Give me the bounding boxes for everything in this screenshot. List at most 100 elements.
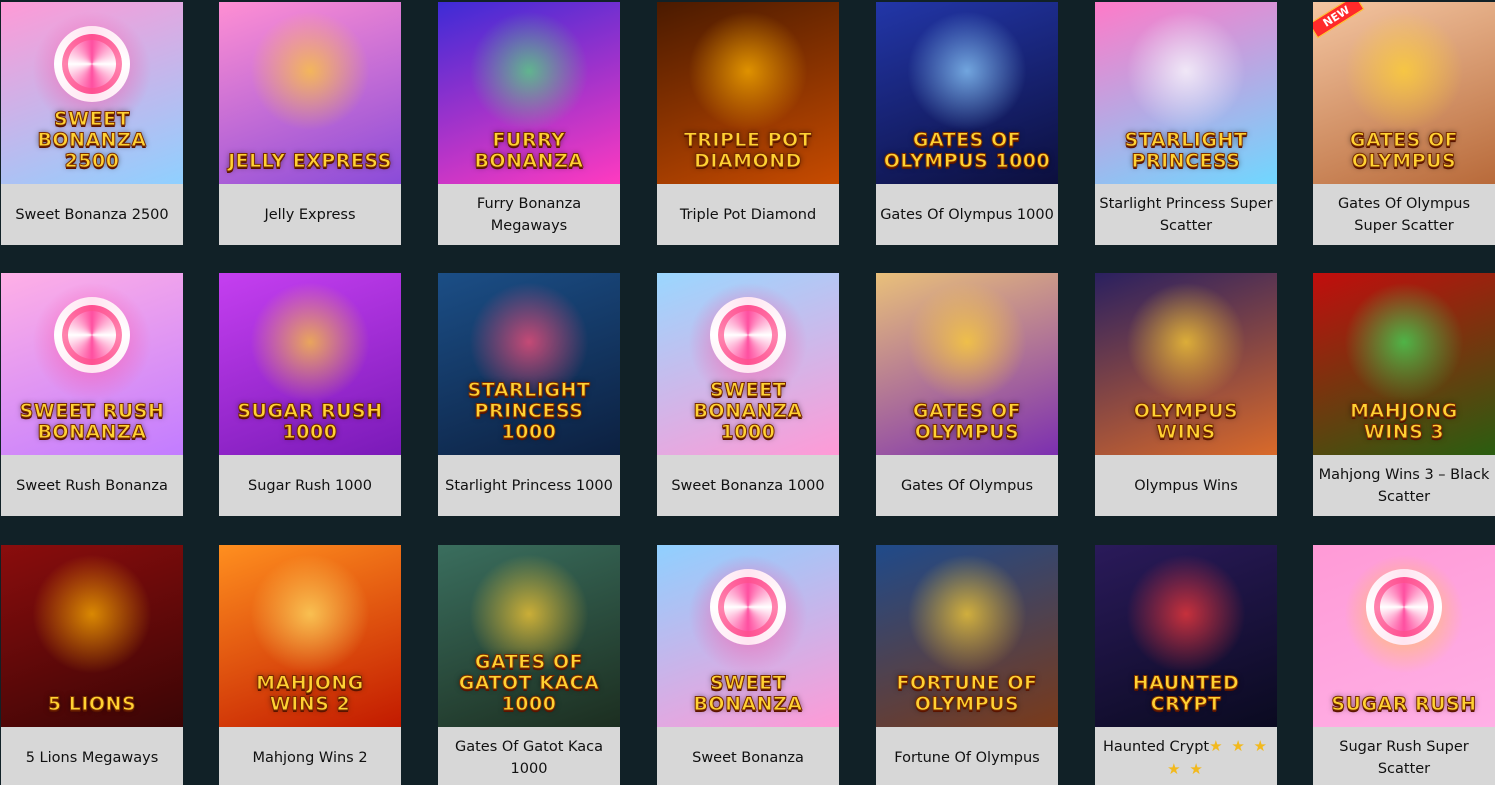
game-thumbnail[interactable]: Mahjong Wins 3 xyxy=(1313,273,1495,455)
game-title-label[interactable]: Gates Of Gatot Kaca 1000 xyxy=(438,727,620,785)
game-thumbnail[interactable]: Sugar Rush 1000 xyxy=(219,273,401,455)
game-thumbnail[interactable]: Furry Bonanza xyxy=(438,2,620,184)
game-thumbnail[interactable]: Jelly Express xyxy=(219,2,401,184)
game-title: Gates Of Olympus xyxy=(900,477,1034,494)
game-card[interactable]: Haunted Crypt Haunted Crypt★ ★ ★ ★ ★ xyxy=(1095,545,1277,785)
game-title-label[interactable]: Sweet Bonanza 1000 xyxy=(657,455,839,516)
game-title-text-wrap: Jelly Express xyxy=(264,204,355,226)
game-title-label[interactable]: Furry Bonanza Megaways xyxy=(438,184,620,245)
game-logo-text: Gates of Olympus xyxy=(1349,129,1459,172)
game-thumbnail[interactable]: Sweet Rush Bonanza xyxy=(1,273,183,455)
game-title: Furry Bonanza Megaways xyxy=(476,195,582,234)
thumbnail-artwork xyxy=(907,282,1027,403)
thumbnail-artwork xyxy=(1126,282,1246,403)
game-thumbnail[interactable]: Sweet Bonanza xyxy=(657,545,839,727)
game-card[interactable]: Sweet Rush Bonanza Sweet Rush Bonanza xyxy=(1,273,183,516)
game-title-label[interactable]: Jelly Express xyxy=(219,184,401,245)
game-title-text-wrap: Gates Of Olympus Super Scatter xyxy=(1317,193,1491,237)
game-thumbnail[interactable]: NEW Gates of Olympus xyxy=(1313,2,1495,184)
game-card[interactable]: Sweet Bonanza 1000 Sweet Bonanza 1000 xyxy=(657,273,839,516)
game-thumbnail[interactable]: Haunted Crypt xyxy=(1095,545,1277,727)
game-logo-text: Jelly Express xyxy=(228,150,392,172)
game-title-text-wrap: Sugar Rush 1000 xyxy=(248,475,372,497)
thumbnail-artwork xyxy=(32,554,152,675)
game-logo-text: Olympus Wins xyxy=(1133,400,1239,443)
game-thumbnail[interactable]: Sweet Bonanza 1000 xyxy=(657,273,839,455)
game-card[interactable]: Sweet Bonanza Sweet Bonanza xyxy=(657,545,839,785)
game-title-label[interactable]: Sweet Rush Bonanza xyxy=(1,455,183,516)
game-thumbnail[interactable]: Olympus Wins xyxy=(1095,273,1277,455)
game-thumbnail[interactable]: Sugar Rush xyxy=(1313,545,1495,727)
game-title-text-wrap: 5 Lions Megaways xyxy=(26,747,159,769)
game-card[interactable]: 5 Lions 5 Lions Megaways xyxy=(1,545,183,785)
game-title-text-wrap: Olympus Wins xyxy=(1134,475,1238,497)
game-title-text-wrap: Sweet Rush Bonanza xyxy=(16,475,168,497)
game-title-label[interactable]: 5 Lions Megaways xyxy=(1,727,183,785)
game-card[interactable]: Mahjong Wins 2 Mahjong Wins 2 xyxy=(219,545,401,785)
game-title-label[interactable]: Sugar Rush Super Scatter xyxy=(1313,727,1495,785)
candy-swirl-icon xyxy=(710,296,786,373)
game-thumbnail[interactable]: Mahjong Wins 2 xyxy=(219,545,401,727)
game-title-label[interactable]: Starlight Princess 1000 xyxy=(438,455,620,516)
game-title-label[interactable]: Sweet Bonanza 2500 xyxy=(1,184,183,245)
game-title-label[interactable]: Haunted Crypt★ ★ ★ ★ ★ xyxy=(1095,727,1277,785)
game-thumbnail[interactable]: Sweet Bonanza 2500 xyxy=(1,2,183,184)
game-title-label[interactable]: Mahjong Wins 2 xyxy=(219,727,401,785)
candy-swirl-icon xyxy=(54,25,130,102)
game-card[interactable]: Sugar Rush Sugar Rush Super Scatter xyxy=(1313,545,1495,785)
game-thumbnail[interactable]: 5 Lions xyxy=(1,545,183,727)
game-title-label[interactable]: Triple Pot Diamond xyxy=(657,184,839,245)
game-thumbnail[interactable]: Gates of Olympus xyxy=(876,273,1058,455)
game-thumbnail[interactable]: Starlight Princess 1000 xyxy=(438,273,620,455)
game-title-text-wrap: Haunted Crypt★ ★ ★ ★ ★ xyxy=(1099,735,1273,781)
game-card[interactable]: Starlight Princess 1000 Starlight Princes… xyxy=(438,273,620,516)
game-title: Sweet Bonanza 1000 xyxy=(671,477,825,494)
game-title-label[interactable]: Gates Of Olympus xyxy=(876,455,1058,516)
game-card[interactable]: Sweet Bonanza 2500 Sweet Bonanza 2500 xyxy=(1,2,183,245)
game-card[interactable]: Sugar Rush 1000 Sugar Rush 1000 xyxy=(219,273,401,516)
game-title: Sugar Rush Super Scatter xyxy=(1339,738,1469,777)
game-title-label[interactable]: Mahjong Wins 3 – Black Scatter xyxy=(1313,455,1495,516)
game-thumbnail[interactable]: Fortune of Olympus xyxy=(876,545,1058,727)
game-title-label[interactable]: Starlight Princess Super Scatter xyxy=(1095,184,1277,245)
game-card[interactable]: Gates of Gatot Kaca 1000 Gates Of Gatot K… xyxy=(438,545,620,785)
game-logo-text: Sweet Bonanza xyxy=(693,672,803,715)
game-card[interactable]: Gates of Olympus 1000 Gates Of Olympus 10… xyxy=(876,2,1058,245)
game-logo-text: Gates of Gatot Kaca 1000 xyxy=(458,651,600,715)
game-title-label[interactable]: Sugar Rush 1000 xyxy=(219,455,401,516)
game-title-label[interactable]: Olympus Wins xyxy=(1095,455,1277,516)
game-title: Gates Of Olympus Super Scatter xyxy=(1337,195,1471,234)
game-title-text-wrap: Starlight Princess Super Scatter xyxy=(1099,193,1273,237)
game-card[interactable]: Furry Bonanza Furry Bonanza Megaways xyxy=(438,2,620,245)
game-card[interactable]: Jelly Express Jelly Express xyxy=(219,2,401,245)
game-logo-text: Triple Pot Diamond xyxy=(683,129,813,172)
game-card[interactable]: Starlight Princess Starlight Princess Sup… xyxy=(1095,2,1277,245)
candy-swirl-icon xyxy=(1366,568,1442,645)
game-thumbnail[interactable]: Gates of Gatot Kaca 1000 xyxy=(438,545,620,727)
thumbnail-artwork xyxy=(250,11,370,132)
game-title-label[interactable]: Gates Of Olympus 1000 xyxy=(876,184,1058,245)
game-title-text-wrap: Sugar Rush Super Scatter xyxy=(1317,736,1491,780)
game-card[interactable]: Olympus Wins Olympus Wins xyxy=(1095,273,1277,516)
game-title: Mahjong Wins 2 xyxy=(252,749,368,766)
thumbnail-artwork xyxy=(1344,11,1464,132)
game-title-label[interactable]: Sweet Bonanza xyxy=(657,727,839,785)
game-title-label[interactable]: Gates Of Olympus Super Scatter xyxy=(1313,184,1495,245)
game-logo-text: Mahjong Wins 3 xyxy=(1350,400,1458,443)
thumbnail-artwork xyxy=(250,282,370,403)
game-title-label[interactable]: Fortune Of Olympus xyxy=(876,727,1058,785)
game-title: Gates Of Gatot Kaca 1000 xyxy=(455,738,603,777)
game-card[interactable]: Gates of Olympus Gates Of Olympus xyxy=(876,273,1058,516)
game-title-text-wrap: Triple Pot Diamond xyxy=(680,204,816,226)
game-title-text-wrap: Gates Of Olympus xyxy=(901,475,1033,497)
game-logo-text: Gates of Olympus 1000 xyxy=(883,129,1051,172)
game-card[interactable]: Mahjong Wins 3 Mahjong Wins 3 – Black Sca… xyxy=(1313,273,1495,516)
game-thumbnail[interactable]: Gates of Olympus 1000 xyxy=(876,2,1058,184)
game-card[interactable]: Fortune of Olympus Fortune Of Olympus xyxy=(876,545,1058,785)
game-thumbnail[interactable]: Triple Pot Diamond xyxy=(657,2,839,184)
game-thumbnail[interactable]: Starlight Princess xyxy=(1095,2,1277,184)
candy-swirl-icon xyxy=(54,296,130,373)
game-title-text-wrap: Mahjong Wins 3 – Black Scatter xyxy=(1317,464,1491,508)
game-card[interactable]: Triple Pot Diamond Triple Pot Diamond xyxy=(657,2,839,245)
game-card[interactable]: NEW Gates of Olympus Gates Of Olympus Supe… xyxy=(1313,2,1495,245)
